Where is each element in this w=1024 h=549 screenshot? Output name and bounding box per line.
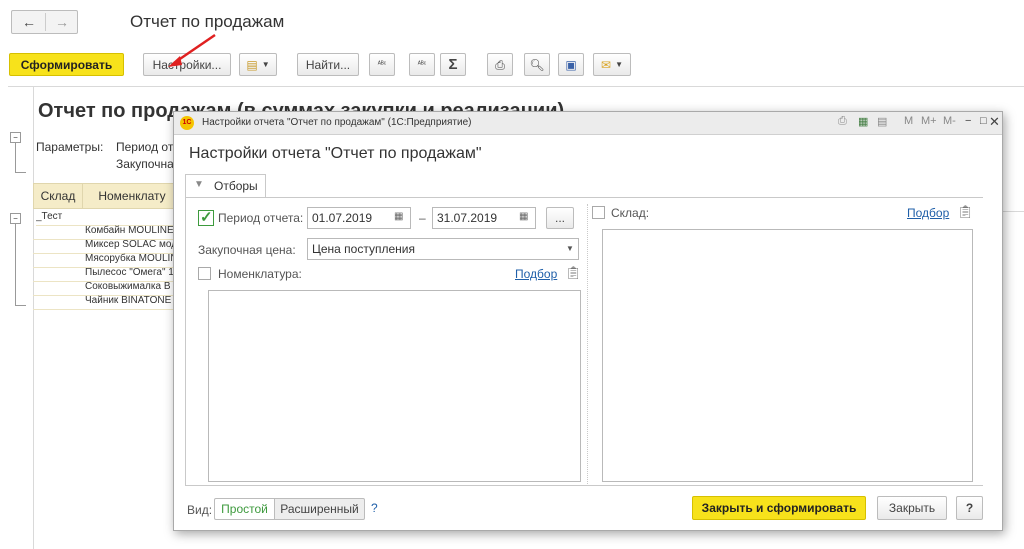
report-frame-right (1003, 211, 1024, 212)
spellcheck-button[interactable]: ᴬᴮᶜ (369, 53, 395, 76)
dialog-heading: Настройки отчета "Отчет по продажам" (189, 145, 482, 162)
panel-divider (587, 204, 589, 484)
table-row: Чайник BINATONE (33, 295, 181, 310)
params-label: Параметры: (36, 140, 104, 154)
view-help-link[interactable]: ? (371, 501, 378, 515)
warehouse-list[interactable] (602, 229, 973, 482)
nomenclature-pick-link[interactable]: Подбор (515, 267, 557, 281)
nomenclature-list[interactable] (208, 290, 581, 482)
dialog-titlebar: 1С Настройки отчета "Отчет по продажам" … (174, 112, 1002, 135)
app-1c-icon: 1С (180, 116, 194, 130)
view-simple-button[interactable]: Простой (214, 498, 275, 520)
tab-filters-label: Отборы (214, 179, 258, 193)
minimize-icon[interactable]: − (965, 115, 971, 127)
calendar-icon[interactable]: ▦ (394, 211, 403, 222)
column-nomenclature: Номенклату (82, 183, 182, 209)
filter-icon: ▼ (194, 179, 204, 190)
column-warehouse: Склад (33, 183, 83, 209)
calendar-icon[interactable]: ▤ (877, 115, 887, 128)
table-row: Миксер SOLAC мод (33, 239, 181, 254)
period-select-button[interactable]: ... (546, 207, 574, 229)
checkmark-icon: ✓ (200, 209, 213, 226)
calculator-icon[interactable]: ▦ (858, 115, 868, 128)
help-button[interactable]: ? (956, 496, 983, 520)
find-button[interactable]: Найти... (297, 53, 359, 76)
group-bracket (15, 223, 26, 306)
sum-button[interactable]: Σ (440, 53, 466, 76)
table-row: Соковыжималка В (33, 281, 181, 296)
preview-icon: 🔍︎ (529, 57, 545, 72)
arrow-right-icon: → (55, 14, 69, 30)
nomenclature-label: Номенклатура: (218, 267, 302, 281)
date-from-value: 01.07.2019 (312, 211, 373, 225)
memory-minus-button[interactable]: M- (943, 115, 956, 127)
table-row: Мясорубка MOULIN (33, 253, 181, 268)
table-row: Комбайн MOULINE (33, 225, 181, 240)
clipboard-icon[interactable]: 📋︎ (565, 265, 582, 281)
report-variant-button[interactable]: ▤ ▼ (239, 53, 277, 76)
send-mail-button[interactable]: ✉ ▼ (593, 53, 631, 76)
date-separator: – (419, 211, 426, 225)
settings-dialog: 1С Настройки отчета "Отчет по продажам" … (173, 111, 1003, 531)
report-variant-icon: ▤ (246, 57, 258, 72)
price-value: Цена поступления (312, 242, 415, 256)
spellcheck-all-button[interactable]: ᴬᴮᶜ (409, 53, 435, 76)
group-bracket (15, 142, 26, 173)
date-to-value: 31.07.2019 (437, 211, 498, 225)
report-frame-left (33, 86, 34, 549)
arrow-left-icon: ← (22, 14, 36, 30)
tab-filters[interactable]: ▼ Отборы (185, 174, 266, 198)
abc-icon: ᴬᴮᶜ (377, 61, 387, 68)
view-label: Вид: (187, 503, 213, 517)
printer-icon[interactable]: ⎙ (838, 115, 847, 128)
navigation-buttons: ← → (11, 10, 78, 34)
table-row: Пылесос "Омега" 1 (33, 267, 181, 282)
preview-button[interactable]: 🔍︎ (524, 53, 550, 76)
sum-icon: Σ (448, 56, 458, 73)
period-label: Период отчета: (218, 211, 304, 225)
clipboard-icon[interactable]: 📋︎ (957, 204, 974, 220)
memory-m-button[interactable]: M (904, 115, 913, 127)
warehouse-checkbox[interactable] (592, 206, 605, 219)
warehouse-pick-link[interactable]: Подбор (907, 206, 949, 220)
price-select[interactable]: Цена поступления ▼ (307, 238, 579, 260)
save-icon: ▣ (565, 57, 577, 72)
print-button[interactable]: ⎙ (487, 53, 513, 76)
warehouse-label: Склад: (611, 206, 650, 220)
envelope-icon: ✉ (601, 57, 612, 72)
param-period: Период отч (116, 140, 180, 154)
view-extended-button[interactable]: Расширенный (274, 498, 365, 520)
param-price: Закупочная (116, 157, 181, 171)
save-button[interactable]: ▣ (558, 53, 584, 76)
page-title: Отчет по продажам (130, 12, 285, 31)
nav-divider (45, 13, 46, 31)
period-checkbox[interactable]: ✓ (198, 209, 214, 226)
group-row: _Тест (36, 211, 181, 226)
printer-icon: ⎙ (495, 57, 505, 72)
dialog-window-title: Настройки отчета "Отчет по продажам" (1С… (202, 117, 472, 128)
date-to-field[interactable]: 31.07.2019 ▦ (432, 207, 536, 229)
maximize-icon[interactable]: □ (980, 115, 987, 127)
nomenclature-checkbox[interactable] (198, 267, 211, 280)
dropdown-arrow-icon: ▼ (566, 244, 574, 253)
close-and-generate-button[interactable]: Закрыть и сформировать (692, 496, 866, 520)
dropdown-arrow-icon: ▼ (261, 59, 270, 69)
abc-plus-icon: ᴬᴮᶜ (417, 61, 427, 68)
report-frame-top (8, 86, 1024, 87)
calendar-icon[interactable]: ▦ (519, 211, 528, 222)
forward-button[interactable]: → (47, 13, 77, 31)
date-from-field[interactable]: 01.07.2019 ▦ (307, 207, 411, 229)
dropdown-arrow-icon: ▼ (615, 59, 623, 69)
close-icon[interactable]: ✕ (989, 114, 1000, 130)
back-button[interactable]: ← (14, 13, 44, 31)
memory-plus-button[interactable]: M+ (921, 115, 937, 127)
price-label: Закупочная цена: (198, 243, 296, 257)
annotation-arrow-icon (168, 33, 216, 67)
close-button[interactable]: Закрыть (877, 496, 947, 520)
generate-button[interactable]: Сформировать (9, 53, 124, 76)
